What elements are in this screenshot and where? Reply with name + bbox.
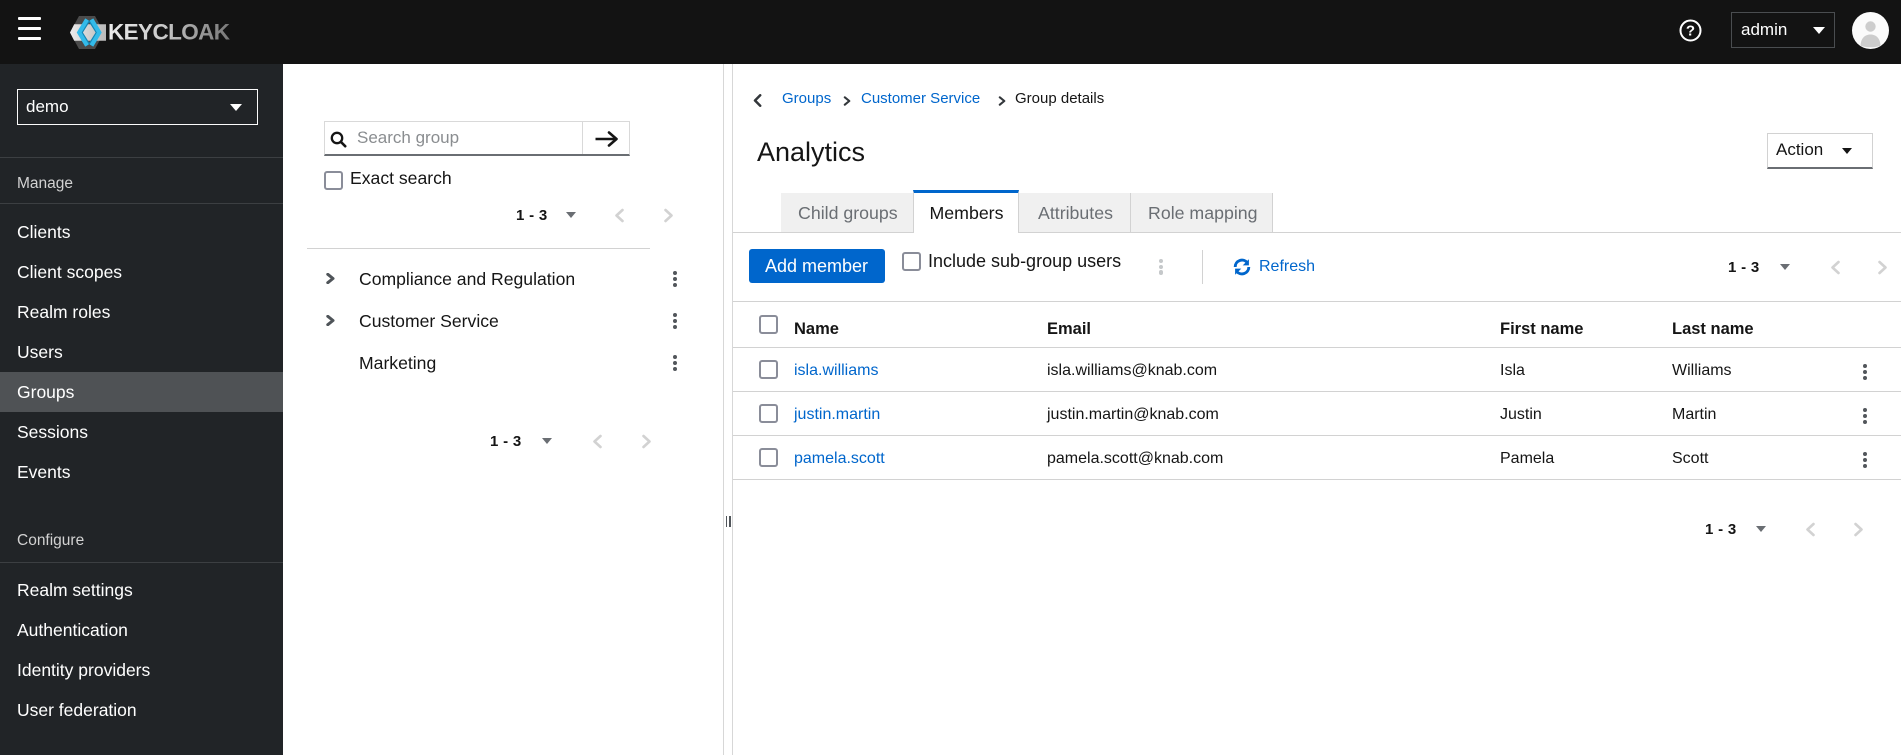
svg-text:KEYCLOAK: KEYCLOAK [108,19,231,44]
svg-text:?: ? [1686,23,1695,40]
